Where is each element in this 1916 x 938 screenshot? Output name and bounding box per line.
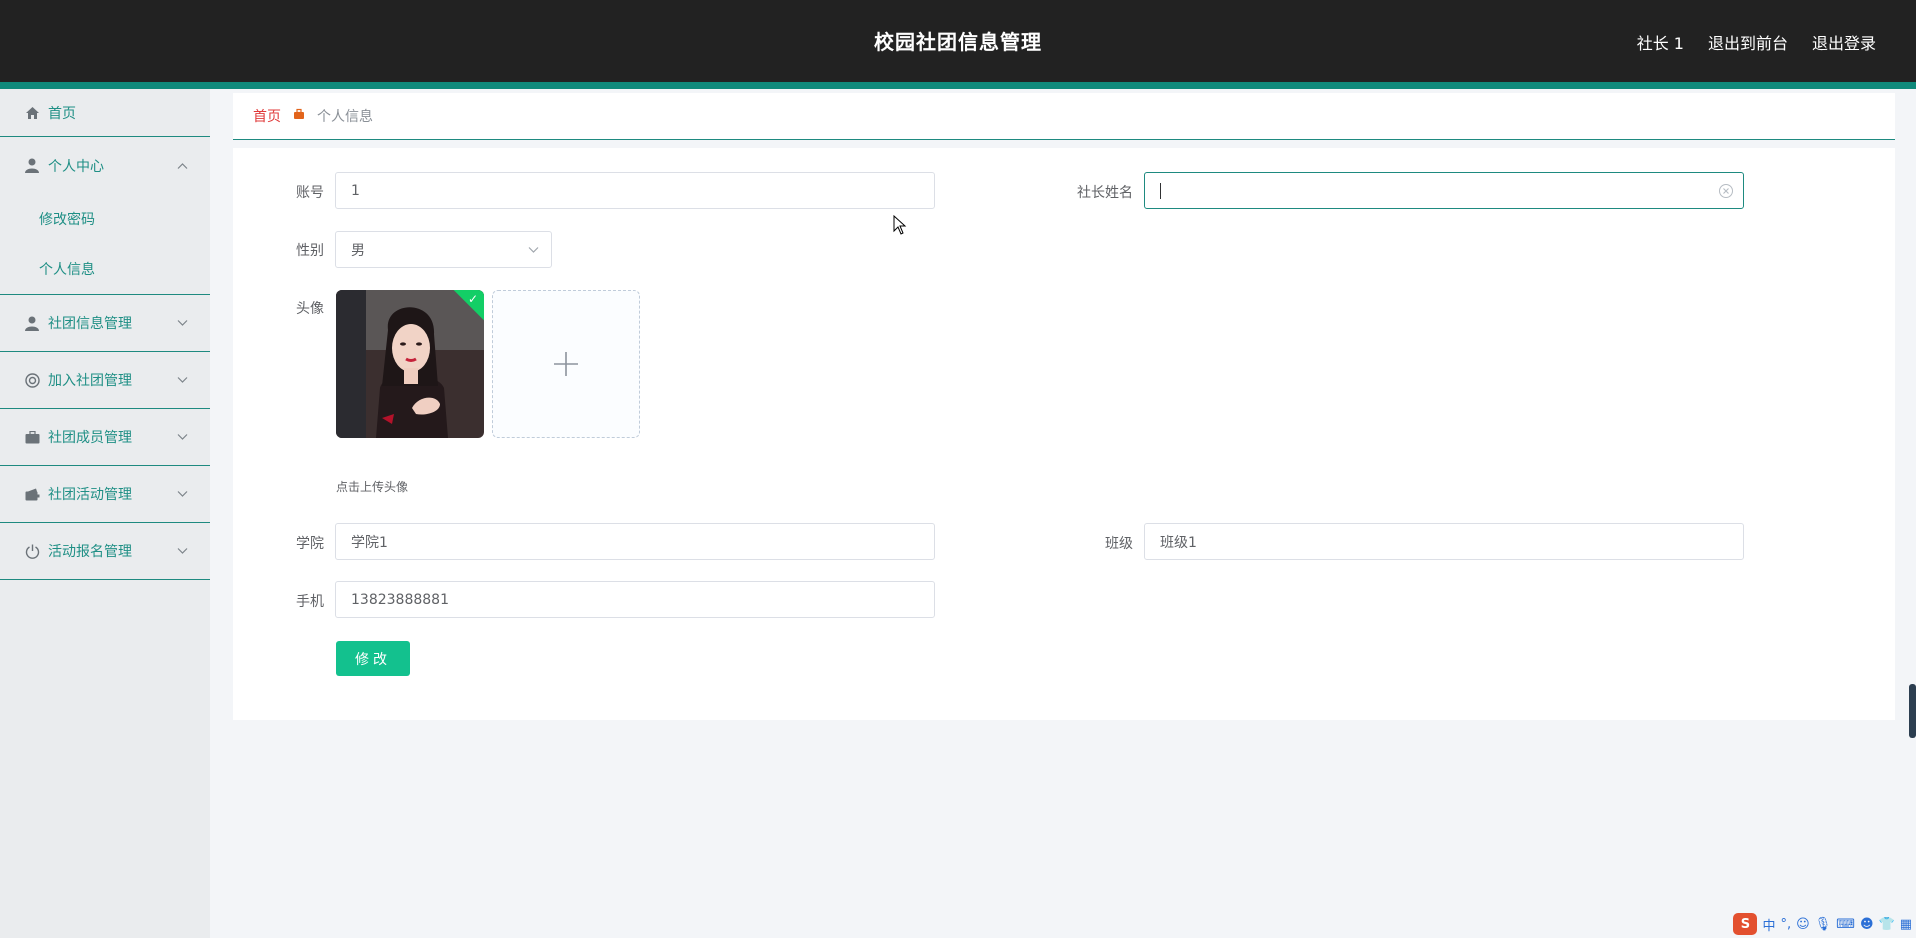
lifebuoy-icon — [24, 372, 40, 388]
chevron-up-icon — [177, 159, 188, 172]
briefcase-icon — [24, 429, 40, 445]
avatar-preview[interactable]: ✓ — [336, 290, 484, 438]
phone-field[interactable]: 13823888881 — [335, 581, 935, 618]
check-icon: ✓ — [467, 292, 478, 306]
power-icon — [24, 543, 40, 559]
chevron-down-icon — [177, 374, 188, 387]
phone-value: 13823888881 — [351, 591, 449, 608]
punctuation-icon[interactable]: °, — [1780, 917, 1791, 932]
sidebar-item-label: 社团信息管理 — [48, 316, 132, 332]
sidebar-item-label: 首页 — [48, 105, 76, 122]
page-scrollbar[interactable] — [1909, 684, 1916, 738]
gender-select[interactable]: 男 — [335, 231, 552, 268]
class-value: 班级1 — [1160, 534, 1197, 551]
grid-menu-icon[interactable]: ▦ — [1900, 917, 1912, 932]
sidebar-item-label: 社团成员管理 — [48, 430, 132, 446]
header-accent-line — [0, 82, 1916, 89]
chevron-down-icon — [177, 431, 188, 444]
upload-tip: 点击上传头像 — [336, 480, 409, 494]
sidebar-item-club-info[interactable]: 社团信息管理 — [0, 295, 210, 352]
home-icon — [24, 105, 40, 121]
gender-label: 性别 — [296, 243, 324, 259]
modify-button[interactable]: 修改 — [336, 641, 410, 676]
breadcrumb-separator-icon — [293, 108, 305, 124]
avatar-label: 头像 — [296, 301, 324, 317]
college-label: 学院 — [296, 536, 324, 552]
phone-label: 手机 — [296, 594, 324, 610]
breadcrumb-home[interactable]: 首页 — [253, 106, 281, 126]
chevron-down-icon — [177, 488, 188, 501]
chevron-down-icon — [528, 243, 539, 256]
mouse-pointer-icon — [893, 215, 907, 235]
user-icon — [24, 158, 40, 174]
text-cursor — [1160, 182, 1161, 199]
sidebar: 首页 个人中心 修改密码 个人信息 社团信息管理 加入社团管理 社团成员管理 社… — [0, 89, 210, 938]
class-field[interactable]: 班级1 — [1144, 523, 1744, 560]
college-value: 学院1 — [351, 534, 388, 551]
wallet-icon — [24, 486, 40, 502]
account-field[interactable]: 1 — [335, 172, 935, 209]
chevron-down-icon — [177, 317, 188, 330]
user-name-link[interactable]: 社长 1 — [1637, 30, 1684, 54]
keyboard-icon[interactable]: ⌨ — [1836, 917, 1855, 932]
president-name-label: 社长姓名 — [1077, 185, 1133, 201]
user-icon — [24, 315, 40, 331]
president-name-field[interactable] — [1144, 172, 1744, 209]
avatar-image — [336, 290, 484, 438]
upload-avatar-button[interactable] — [492, 290, 640, 438]
top-header: 校园社团信息管理 社长 1 退出到前台 退出登录 — [0, 0, 1916, 82]
personal-center-submenu: 修改密码 个人信息 — [0, 194, 210, 295]
microphone-icon[interactable]: 🎙 — [1815, 917, 1832, 932]
ime-logo[interactable]: S — [1733, 913, 1758, 935]
sidebar-item-personal-center[interactable]: 个人中心 — [0, 137, 210, 194]
clear-icon[interactable] — [1719, 183, 1733, 198]
user-icon[interactable]: ☻ — [1860, 917, 1874, 932]
sidebar-item-label: 个人中心 — [48, 158, 104, 175]
plus-icon — [554, 352, 578, 376]
account-label: 账号 — [296, 185, 324, 201]
account-value: 1 — [351, 182, 360, 199]
breadcrumb-current: 个人信息 — [317, 109, 373, 125]
sidebar-item-join-club[interactable]: 加入社团管理 — [0, 352, 210, 409]
chevron-down-icon — [177, 545, 188, 558]
ime-toolbar: S 中 °, ☺ 🎙 ⌨ ☻ 👕 ▦ — [1727, 910, 1916, 938]
sidebar-item-activity-signup[interactable]: 活动报名管理 — [0, 523, 210, 580]
class-label: 班级 — [1105, 536, 1133, 552]
college-field[interactable]: 学院1 — [335, 523, 935, 560]
sidebar-item-label: 活动报名管理 — [48, 544, 132, 560]
header-links: 社长 1 退出到前台 退出登录 — [1637, 30, 1876, 54]
breadcrumb: 首页 个人信息 — [233, 93, 1895, 140]
app-title: 校园社团信息管理 — [874, 30, 1042, 54]
sidebar-item-change-password[interactable]: 修改密码 — [0, 194, 210, 244]
emoji-icon[interactable]: ☺ — [1796, 917, 1810, 932]
back-to-frontend-link[interactable]: 退出到前台 — [1708, 30, 1788, 54]
sidebar-item-club-members[interactable]: 社团成员管理 — [0, 409, 210, 466]
sidebar-item-personal-info[interactable]: 个人信息 — [0, 244, 210, 294]
skin-icon[interactable]: 👕 — [1879, 917, 1895, 932]
sidebar-item-home[interactable]: 首页 — [0, 89, 210, 137]
sidebar-item-club-activities[interactable]: 社团活动管理 — [0, 466, 210, 523]
sidebar-item-label: 社团活动管理 — [48, 487, 132, 503]
gender-value: 男 — [351, 242, 365, 259]
sidebar-item-label: 加入社团管理 — [48, 373, 132, 389]
logout-link[interactable]: 退出登录 — [1812, 30, 1876, 54]
ime-mode[interactable]: 中 — [1762, 915, 1775, 934]
